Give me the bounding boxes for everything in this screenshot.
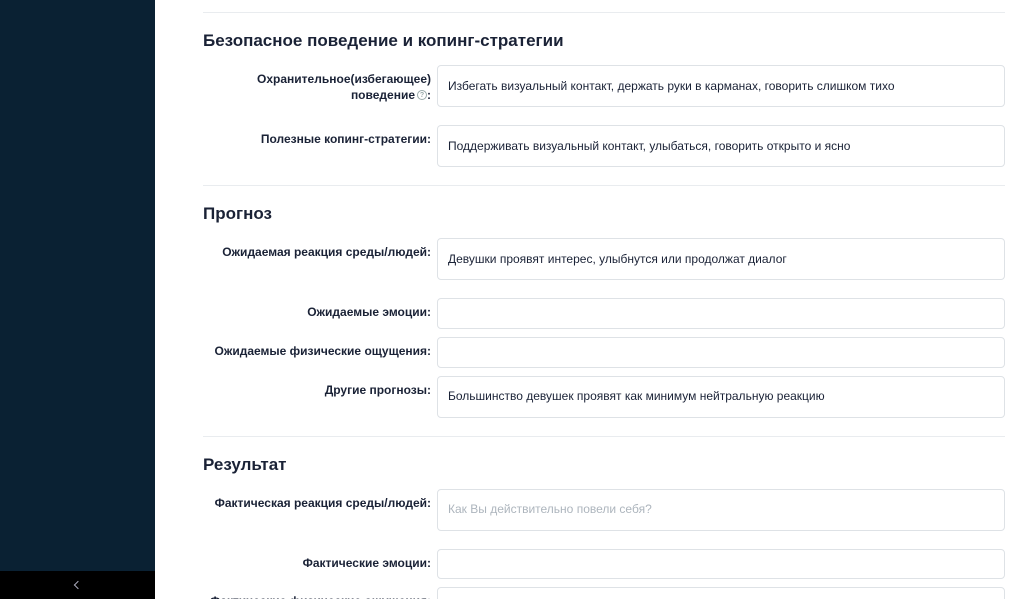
- expected-emotions-input[interactable]: [437, 298, 1005, 329]
- section-title: Прогноз: [203, 204, 1005, 224]
- expected-physical-input[interactable]: [437, 337, 1005, 368]
- other-forecasts-label: Другие прогнозы:: [203, 376, 437, 399]
- coping-strategies-label: Полезные копинг-стратегии:: [203, 125, 437, 148]
- section-divider: [203, 12, 1005, 13]
- protective-behavior-input[interactable]: [437, 65, 1005, 107]
- expected-reaction-input[interactable]: [437, 238, 1005, 280]
- actual-emotions-label: Фактические эмоции:: [203, 549, 437, 572]
- actual-reaction-input[interactable]: [437, 489, 1005, 531]
- section-divider: [203, 185, 1005, 186]
- expected-emotions-label: Ожидаемые эмоции:: [203, 298, 437, 321]
- section-title: Результат: [203, 455, 1005, 475]
- section-divider: [203, 436, 1005, 437]
- section-forecast: Прогноз Ожидаемая реакция среды/людей: О…: [203, 204, 1005, 418]
- chevron-left-icon: [73, 581, 81, 589]
- actual-emotions-input[interactable]: [437, 549, 1005, 580]
- section-safe-behavior: Безопасное поведение и копинг-стратегии …: [203, 31, 1005, 167]
- actual-physical-label: Фактические физические ощущения:: [203, 587, 437, 599]
- other-forecasts-input[interactable]: [437, 376, 1005, 418]
- section-title: Безопасное поведение и копинг-стратегии: [203, 31, 1005, 51]
- help-icon[interactable]: ?: [417, 90, 427, 100]
- expected-physical-label: Ожидаемые физические ощущения:: [203, 337, 437, 360]
- expected-reaction-label: Ожидаемая реакция среды/людей:: [203, 238, 437, 261]
- actual-physical-input[interactable]: [437, 587, 1005, 599]
- coping-strategies-input[interactable]: [437, 125, 1005, 167]
- sidebar-collapse-button[interactable]: [0, 571, 155, 599]
- actual-reaction-label: Фактическая реакция среды/людей:: [203, 489, 437, 512]
- section-result: Результат Фактическая реакция среды/люде…: [203, 455, 1005, 599]
- main-content: Безопасное поведение и копинг-стратегии …: [155, 0, 1035, 599]
- sidebar: [0, 0, 155, 599]
- protective-behavior-label: Охранительное(избегающее) поведение?:: [203, 65, 437, 103]
